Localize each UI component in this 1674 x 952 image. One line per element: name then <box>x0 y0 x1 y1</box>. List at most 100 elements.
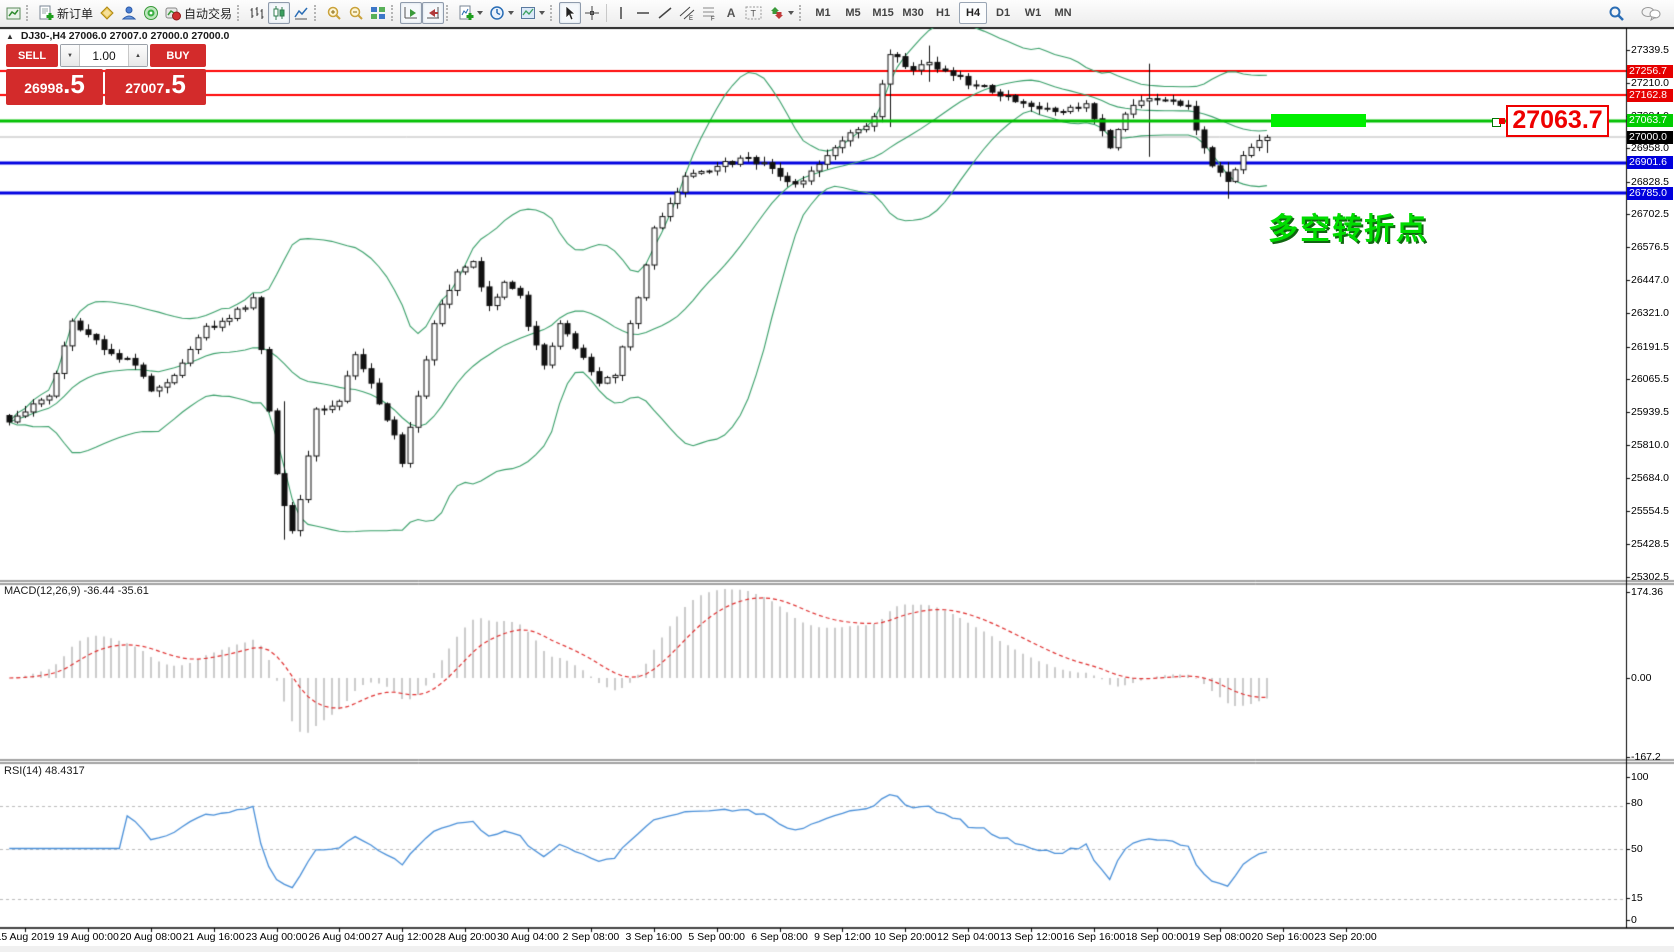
timeframe-m15[interactable]: M15 <box>869 2 897 24</box>
spinner-down-icon: ▼ <box>67 53 73 59</box>
time-axis-label: 16 Sep 16:00 <box>1063 931 1125 943</box>
macd-axis-label: 174.36 <box>1631 586 1674 598</box>
timeframe-m5[interactable]: M5 <box>839 2 867 24</box>
price-badge: 27000.0 <box>1627 131 1673 144</box>
timeframe-mn[interactable]: MN <box>1049 2 1077 24</box>
horizontal-line-button[interactable] <box>632 2 654 24</box>
time-axis-label: 28 Aug 20:00 <box>434 931 496 943</box>
auto-scroll-button[interactable] <box>400 2 422 24</box>
zoom-out-button[interactable] <box>345 2 367 24</box>
cursor-button[interactable] <box>559 2 581 24</box>
time-axis-label: 20 Aug 08:00 <box>120 931 182 943</box>
profile-button[interactable] <box>118 2 140 24</box>
ohlc-high: 27007.0 <box>110 30 148 42</box>
toolbar-grip[interactable] <box>550 5 557 21</box>
time-axis-label: 19 Aug 00:00 <box>57 931 119 943</box>
time-axis-label: 18 Sep 00:00 <box>1126 931 1188 943</box>
dropdown-arrow-icon <box>508 11 514 15</box>
chat-button[interactable] <box>1638 2 1664 24</box>
ohlc-open: 27006.0 <box>69 30 107 42</box>
chart-window[interactable]: ▲ DJ30-,H4 27006.0 27007.0 27000.0 27000… <box>0 26 1674 946</box>
trendline-button[interactable] <box>654 2 676 24</box>
timeframe-h4[interactable]: H4 <box>959 2 987 24</box>
volume-stepper: ▼ 1.00 ▲ <box>60 44 148 67</box>
crosshair-button[interactable] <box>581 2 603 24</box>
fibonacci-button[interactable]: F <box>698 2 720 24</box>
buy-price-button[interactable]: 27007.5 <box>105 69 206 105</box>
price-chart-canvas[interactable] <box>0 26 1674 946</box>
new-order-label: 新订单 <box>57 5 93 22</box>
timeframe-h1[interactable]: H1 <box>929 2 957 24</box>
arrows-button[interactable] <box>766 2 797 24</box>
vertical-line-button[interactable] <box>610 2 632 24</box>
price-badge: 27063.7 <box>1627 114 1673 127</box>
turning-point-annotation[interactable]: 多空转折点 <box>1268 204 1428 248</box>
price-tick-label: 26191.5 <box>1631 341 1674 353</box>
price-tick-label: 26702.5 <box>1631 208 1674 220</box>
time-axis-label: 3 Sep 16:00 <box>625 931 682 943</box>
timeframe-w1[interactable]: W1 <box>1019 2 1047 24</box>
equidistant-channel-button[interactable]: E <box>676 2 698 24</box>
bar-chart-button[interactable] <box>246 2 268 24</box>
channel-letter: E <box>689 16 693 21</box>
toolbar-grip[interactable] <box>391 5 398 21</box>
time-axis-label: 12 Sep 04:00 <box>937 931 999 943</box>
line-chart-button[interactable] <box>290 2 312 24</box>
toolbar-grip[interactable] <box>26 5 33 21</box>
auto-trading-label: 自动交易 <box>184 5 232 22</box>
buy-button[interactable]: BUY <box>150 44 206 67</box>
timeframe-m1[interactable]: M1 <box>809 2 837 24</box>
auto-trading-button[interactable]: 自动交易 <box>162 2 235 24</box>
timeframe-m30[interactable]: M30 <box>899 2 927 24</box>
toolbar-grip[interactable] <box>799 5 806 21</box>
sell-price-big: .5 <box>63 69 85 100</box>
price-tick-label: 26321.0 <box>1631 307 1674 319</box>
text-button[interactable]: A <box>720 2 742 24</box>
fibo-letter: F <box>711 17 715 22</box>
price-tick-label: 26065.5 <box>1631 373 1674 385</box>
time-axis-label: 27 Aug 12:00 <box>371 931 433 943</box>
toolbar-grip[interactable] <box>446 5 453 21</box>
zoom-in-button[interactable] <box>323 2 345 24</box>
collapse-trade-panel-icon[interactable]: ▲ <box>6 32 14 41</box>
volume-up-button[interactable]: ▲ <box>128 45 147 66</box>
volume-value[interactable]: 1.00 <box>80 45 128 66</box>
price-callout-anchor <box>1499 118 1505 124</box>
price-tick-label: 25684.0 <box>1631 472 1674 484</box>
price-callout-box[interactable]: 27063.7 <box>1506 105 1609 137</box>
chart-shift-button[interactable] <box>422 2 444 24</box>
buy-price-main: 27007 <box>125 71 164 105</box>
text-label-button[interactable]: T <box>742 2 766 24</box>
new-order-button[interactable]: 新订单 <box>35 2 96 24</box>
rsi-axis-label: 80 <box>1631 797 1674 809</box>
tile-windows-button[interactable] <box>367 2 389 24</box>
price-badge: 27256.7 <box>1627 65 1673 78</box>
price-badge: 26901.6 <box>1627 156 1673 169</box>
chart-window-icon <box>2 2 24 24</box>
time-axis-label: 23 Sep 20:00 <box>1314 931 1376 943</box>
chart-title: ▲ DJ30-,H4 27006.0 27007.0 27000.0 27000… <box>6 30 229 42</box>
toolbar-grip[interactable] <box>237 5 244 21</box>
macd-label: MACD(12,26,9) -36.44 -35.61 <box>4 585 149 597</box>
toolbar-grip[interactable] <box>314 5 321 21</box>
dropdown-arrow-icon <box>477 11 483 15</box>
rsi-label: RSI(14) 48.4317 <box>4 765 85 777</box>
layouts-button[interactable] <box>96 2 118 24</box>
search-button[interactable] <box>1605 2 1628 24</box>
time-axis-label: 2 Sep 08:00 <box>563 931 620 943</box>
volume-down-button[interactable]: ▼ <box>61 45 80 66</box>
periods-button[interactable] <box>486 2 517 24</box>
signal-button[interactable] <box>140 2 162 24</box>
sell-price-button[interactable]: 26998.5 <box>6 69 103 105</box>
timeframe-d1[interactable]: D1 <box>989 2 1017 24</box>
price-tick-label: 27339.5 <box>1631 44 1674 56</box>
sell-button[interactable]: SELL <box>6 44 58 67</box>
supply-zone-rectangle[interactable] <box>1271 114 1366 127</box>
candlestick-button[interactable] <box>268 2 290 24</box>
indicators-button[interactable] <box>455 2 486 24</box>
macd-axis-label: -167.2 <box>1631 751 1674 763</box>
one-click-trade-panel: SELL ▼ 1.00 ▲ BUY 26998.5 27007.5 <box>6 44 206 105</box>
templates-button[interactable] <box>517 2 548 24</box>
mt4-window: 新订单 自动交易 <box>0 0 1674 952</box>
price-tick-label: 25810.0 <box>1631 439 1674 451</box>
